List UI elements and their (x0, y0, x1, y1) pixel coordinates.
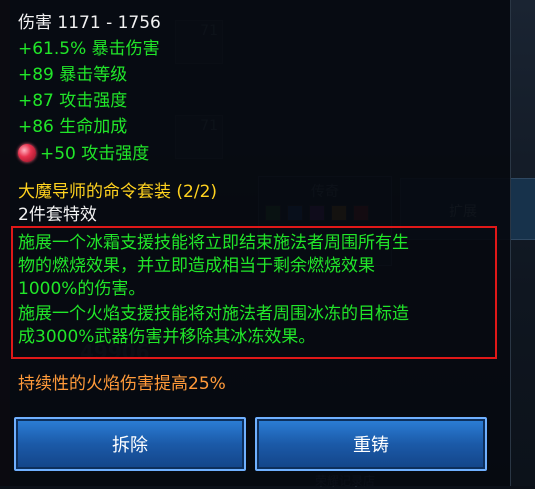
remove-button[interactable]: 拆除 (14, 417, 246, 471)
remove-button-label: 拆除 (112, 435, 148, 456)
reforge-button-label: 重铸 (353, 435, 389, 456)
set-bonus-line: 成3000%武器伤害并移除其冰冻效果。 (18, 327, 316, 347)
set-bonus-line: 施展一个火焰支援技能将对施法者周围冰冻的目标造 (18, 304, 409, 324)
stat-attack-power: +87 攻击强度 (18, 91, 128, 111)
set-bonus-highlight: 施展一个冰霜支援技能将立即结束施法者周围所有生 物的燃烧效果，并立即造成相当于剩… (11, 226, 497, 359)
set-bonus-line: 1000%的伤害。 (18, 279, 146, 299)
item-tooltip: 伤害 1171 - 1756 +61.5% 暴击伤害 +89 暴击等级 +87 … (0, 0, 511, 486)
legendary-affix: 持续性的火焰伤害提高25% (18, 374, 226, 394)
reforge-button[interactable]: 重铸 (255, 417, 487, 471)
set-bonus-line: 施展一个冰霜支援技能将立即结束施法者周围所有生 (18, 233, 409, 253)
damage-range: 伤害 1171 - 1756 (18, 13, 161, 33)
set-name: 大魔导师的命令套装 (2/2) (18, 182, 218, 202)
stat-life-bonus: +86 生命加成 (18, 117, 128, 137)
gem-stat-row: +50 攻击强度 (18, 143, 149, 165)
set-bonus-line: 物的燃烧效果，并立即造成相当于剩余燃烧效果 (18, 256, 375, 276)
stat-crit-rating: +89 暴击等级 (18, 65, 128, 85)
ruby-gem-icon (18, 144, 36, 162)
stat-crit-damage: +61.5% 暴击伤害 (18, 39, 160, 59)
set-bonus-header: 2件套特效 (18, 205, 97, 225)
gem-stat-text: +50 攻击强度 (40, 144, 150, 164)
